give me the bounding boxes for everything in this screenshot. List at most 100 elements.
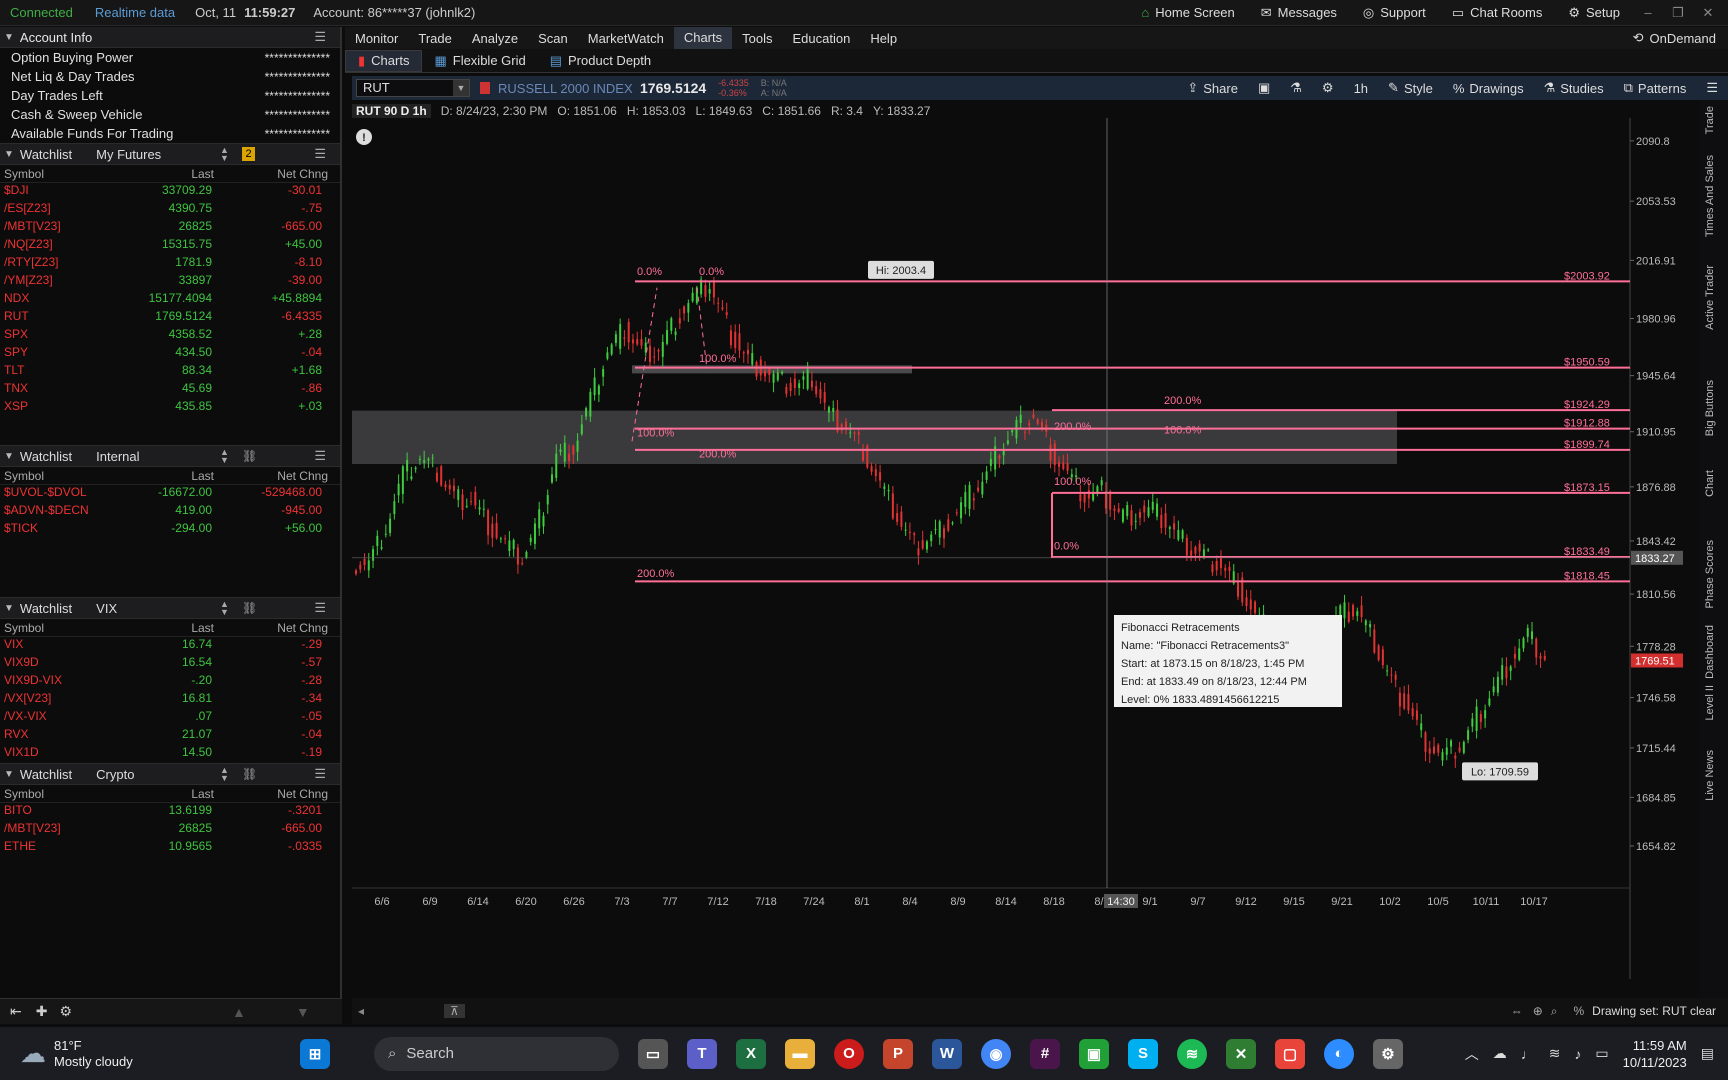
percent-icon[interactable]: % <box>1574 1004 1585 1018</box>
microphone-icon[interactable]: ♩ <box>1521 1046 1535 1062</box>
patterns-button[interactable]: ⧉ Patterns <box>1614 80 1697 96</box>
link-badge[interactable]: 2 <box>242 147 255 161</box>
menu-icon[interactable]: ☰ <box>314 146 326 162</box>
watchlist-selector[interactable]: Internal <box>96 449 139 464</box>
table-row[interactable]: VIX1D 14.50 -.19 <box>0 745 340 763</box>
menu-icon[interactable]: ☰ <box>314 600 326 616</box>
collapse-icon[interactable]: ▼ <box>4 603 14 614</box>
column-net-change[interactable]: Net Chng <box>277 469 328 483</box>
volume-icon[interactable]: ♪ <box>1574 1046 1581 1062</box>
table-row[interactable]: /VX[V23] 16.81 -.34 <box>0 691 340 709</box>
expand-icon[interactable]: ⊼ <box>444 1004 465 1018</box>
column-symbol[interactable]: Symbol <box>4 787 44 801</box>
zoom-icon[interactable]: ⌕ <box>1551 1004 1558 1019</box>
crosshair-icon[interactable]: ⊕ <box>1533 1004 1543 1018</box>
column-net-change[interactable]: Net Chng <box>277 787 328 801</box>
watchlist-header[interactable]: ▼ Watchlist VIX ▲ ▼ ⛓ ☰ <box>0 597 340 619</box>
collapse-icon[interactable]: ▼ <box>4 149 14 160</box>
table-row[interactable]: RVX 21.07 -.04 <box>0 727 340 745</box>
timeframe-selector[interactable]: RUT 90 D 1h <box>352 104 431 118</box>
table-row[interactable]: /YM[Z23] 33897 -39.00 <box>0 273 340 291</box>
slack-icon[interactable]: # <box>1030 1038 1060 1069</box>
table-row[interactable]: /ES[Z23] 4390.75 -.75 <box>0 201 340 219</box>
table-row[interactable]: NDX 15177.4094 +45.8894 <box>0 291 340 309</box>
scroll-up-icon[interactable]: ▲ <box>232 1004 246 1020</box>
chart-menu-button[interactable]: ☰ <box>1696 80 1728 96</box>
symbol-input[interactable]: RUT ▼ <box>356 79 470 97</box>
menu-help[interactable]: Help <box>860 31 907 46</box>
battery-icon[interactable]: ▭ <box>1595 1045 1608 1062</box>
menu-education[interactable]: Education <box>782 31 860 46</box>
table-row[interactable]: XSP 435.85 +.03 <box>0 399 340 417</box>
pycharm-icon[interactable]: ▣ <box>1079 1038 1109 1069</box>
chrome-icon[interactable]: ◉ <box>981 1038 1011 1069</box>
excel-icon[interactable]: X <box>736 1038 766 1069</box>
link-icon[interactable]: ⛓ <box>242 449 257 463</box>
account-info-header[interactable]: ▼ Account Info ☰ <box>0 27 340 48</box>
collapse-icon[interactable]: ▼ <box>4 769 14 780</box>
folder-icon[interactable]: ▬ <box>785 1038 815 1069</box>
side-tab[interactable]: Active Trader <box>1704 265 1716 330</box>
sort-arrows-icon[interactable]: ▲ ▼ <box>220 600 229 617</box>
table-row[interactable]: /MBT[V23] 26825 -665.00 <box>0 821 340 839</box>
tab-flexible-grid[interactable]: ▦ Flexible Grid <box>422 50 537 72</box>
powerpoint-icon[interactable]: P <box>883 1038 913 1069</box>
table-row[interactable]: TNX 45.69 -.86 <box>0 381 340 399</box>
chevron-up-icon[interactable]: ︿ <box>1465 1044 1479 1064</box>
style-button[interactable]: ✎ Style <box>1378 80 1443 96</box>
app-red-icon[interactable]: ▢ <box>1275 1038 1305 1069</box>
column-last[interactable]: Last <box>191 787 214 801</box>
table-row[interactable]: $DJI 33709.29 -30.01 <box>0 183 340 201</box>
watchlist-selector[interactable]: My Futures <box>96 147 161 162</box>
table-row[interactable]: VIX9D-VIX -.20 -.28 <box>0 673 340 691</box>
side-tab[interactable]: Big Buttons <box>1704 380 1716 436</box>
thinkorswim-icon[interactable]: ✕ <box>1226 1038 1256 1069</box>
menu-trade[interactable]: Trade <box>408 31 461 46</box>
start-button[interactable]: ⊞ <box>300 1038 330 1069</box>
menu-charts[interactable]: Charts <box>673 27 733 49</box>
collapse-icon[interactable]: ▼ <box>4 32 14 43</box>
studies-button[interactable]: ⚗ Studies <box>1534 80 1614 96</box>
settings-app-icon[interactable]: ⚙ <box>1373 1038 1403 1069</box>
menu-marketwatch[interactable]: MarketWatch <box>578 31 674 46</box>
collapse-left-icon[interactable]: ⇤ <box>10 1003 22 1020</box>
teams-icon[interactable]: T <box>687 1038 717 1069</box>
table-row[interactable]: /VX-VIX .07 -.05 <box>0 709 340 727</box>
share-button[interactable]: ⇪ Share <box>1177 80 1248 96</box>
add-gadget-icon[interactable]: ✚ <box>36 1003 48 1020</box>
flask-button[interactable]: ⚗ <box>1280 80 1312 96</box>
watchlist-header[interactable]: ▼ Watchlist Internal ▲ ▼ ⛓ ☰ <box>0 445 340 467</box>
menu-icon[interactable]: ☰ <box>314 29 326 45</box>
column-last[interactable]: Last <box>191 167 214 181</box>
table-row[interactable]: SPX 4358.52 +.28 <box>0 327 340 345</box>
skype-icon[interactable]: S <box>1128 1038 1158 1069</box>
table-row[interactable]: /RTY[Z23] 1781.9 -8.10 <box>0 255 340 273</box>
word-icon[interactable]: W <box>932 1038 962 1069</box>
price-chart[interactable]: 0.0% 0.0% 100.0% 100.0% 200.0% 200.0% 200.0% 10… <box>352 118 1697 979</box>
column-last[interactable]: Last <box>191 469 214 483</box>
menu-tools[interactable]: Tools <box>732 31 782 46</box>
column-net-change[interactable]: Net Chng <box>277 621 328 635</box>
opera-icon[interactable]: O <box>834 1038 864 1069</box>
chevron-down-icon[interactable]: ▼ <box>453 80 469 96</box>
table-row[interactable]: VIX9D 16.54 -.57 <box>0 655 340 673</box>
realtime-data-link[interactable]: Realtime data <box>83 5 187 20</box>
task-view-icon[interactable]: ▭ <box>638 1038 668 1069</box>
table-row[interactable]: $UVOL-$DVOL -16672.00 -529468.00 <box>0 485 340 503</box>
close-button[interactable]: ✕ <box>1696 5 1720 21</box>
tab-product-depth[interactable]: ▤ Product Depth <box>538 50 663 72</box>
settings-button[interactable]: ⚙ <box>1312 80 1344 96</box>
side-tab[interactable]: Live News <box>1704 750 1716 801</box>
ondemand-button[interactable]: ⟲ OnDemand <box>1633 30 1728 46</box>
table-row[interactable]: VIX 16.74 -.29 <box>0 637 340 655</box>
sort-arrows-icon[interactable]: ▲ ▼ <box>220 766 229 783</box>
snapshot-button[interactable]: ▣ <box>1248 80 1280 96</box>
sort-arrows-icon[interactable]: ▲ ▼ <box>220 146 229 163</box>
menu-analyze[interactable]: Analyze <box>462 31 528 46</box>
sort-arrows-icon[interactable]: ▲ ▼ <box>220 448 229 465</box>
onedrive-icon[interactable]: ☁ <box>1493 1045 1507 1062</box>
zoom-app-icon[interactable]: ◐ <box>1324 1038 1354 1069</box>
minimize-button[interactable]: – <box>1636 5 1660 20</box>
side-tab[interactable]: Dashboard <box>1704 625 1716 679</box>
table-row[interactable]: BITO 13.6199 -.3201 <box>0 803 340 821</box>
